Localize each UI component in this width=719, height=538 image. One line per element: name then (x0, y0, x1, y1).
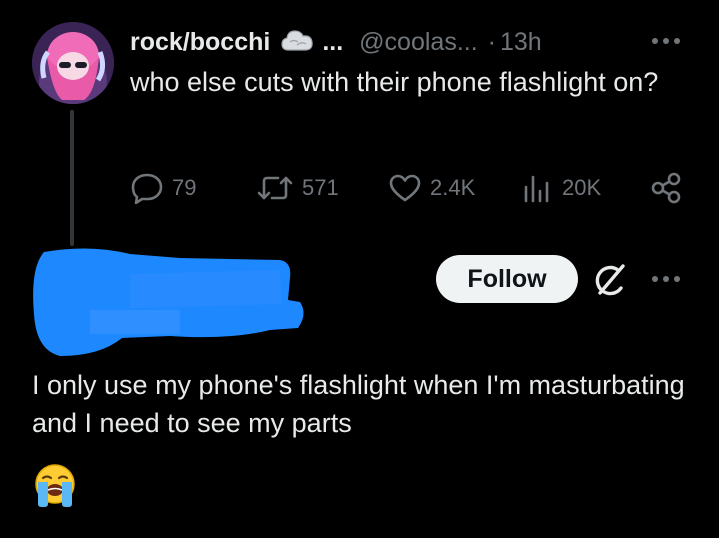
more-dots-icon (652, 38, 680, 44)
view-count: 20K (562, 175, 602, 200)
redaction-overlay (33, 248, 304, 356)
repost-button[interactable]: 571 (256, 168, 339, 208)
grok-icon[interactable] (592, 262, 628, 298)
post-text: who else cuts with their phone flashligh… (130, 67, 659, 97)
display-name[interactable]: rock/bocchi (130, 28, 270, 57)
reply-icon (131, 173, 163, 204)
share-icon (651, 172, 681, 204)
post-header: rock/bocchi ... @coolas... · 13h (130, 22, 542, 62)
reply-text: I only use my phone's flashlight when I'… (32, 370, 685, 438)
cloud-emoji-icon (281, 30, 314, 51)
loudly-crying-face-icon (35, 464, 75, 507)
name-truncation: ... (322, 27, 344, 56)
share-button[interactable] (650, 168, 682, 208)
like-button[interactable]: 2.4K (388, 168, 475, 208)
reply-more-button[interactable] (646, 264, 686, 294)
separator-dot: · (487, 27, 496, 56)
like-count: 2.4K (430, 175, 476, 200)
repost-icon (257, 176, 293, 200)
avatar-image (32, 22, 114, 104)
follow-button[interactable]: Follow (436, 255, 578, 303)
user-handle[interactable]: @coolas... (359, 28, 477, 57)
post-more-button[interactable] (646, 26, 686, 56)
thread-connector (70, 110, 74, 246)
more-dots-icon (652, 276, 680, 282)
heart-icon (389, 174, 421, 202)
views-button[interactable]: 20K (520, 168, 601, 208)
repost-count: 571 (302, 175, 339, 200)
views-chart-icon (524, 175, 549, 203)
post-timestamp[interactable]: 13h (500, 28, 542, 57)
avatar[interactable] (32, 22, 114, 104)
reply-count: 79 (172, 175, 197, 200)
reply-button[interactable]: 79 (130, 168, 196, 208)
